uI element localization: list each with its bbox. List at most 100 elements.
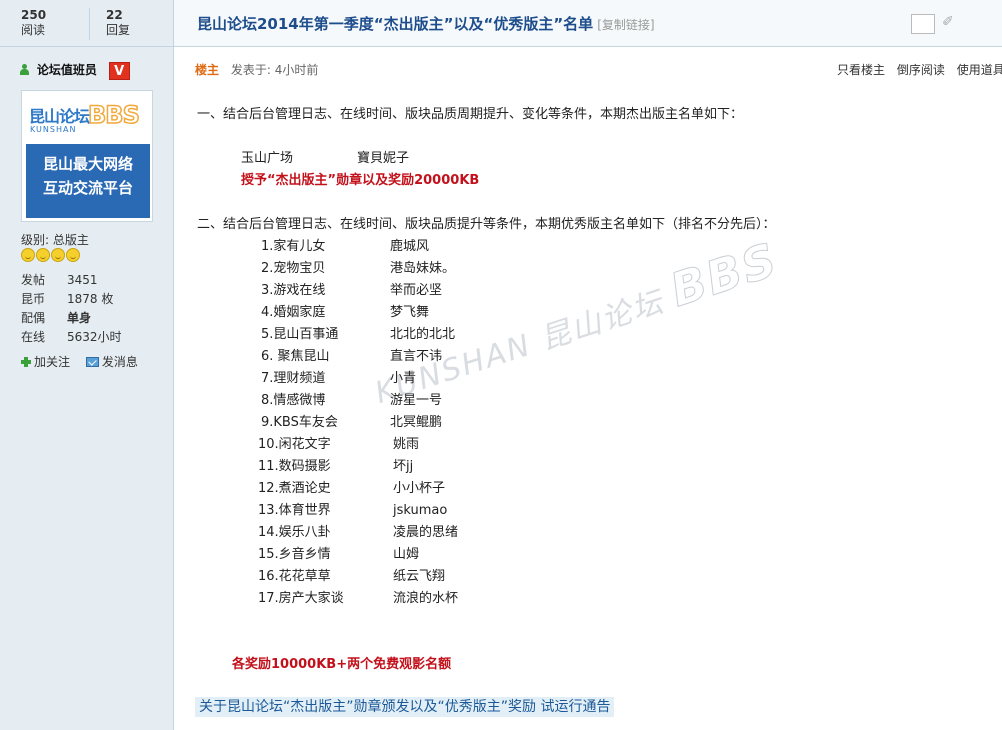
list-item: 3.游戏在线 举而必坚 (261, 279, 442, 298)
only-author-link[interactable]: 只看楼主 (837, 63, 885, 77)
avatar[interactable]: 昆山论坛 KUNSHAN BBS 昆山最大网络 互动交流平台 (21, 90, 153, 222)
list-item-name: 梦飞舞 (390, 305, 430, 320)
list-item-name: 北冥鲲鹏 (390, 415, 443, 430)
list-item-board: 14.娱乐八卦 (258, 525, 331, 540)
list-item-name: 小青 (390, 371, 417, 386)
list-item-board: 2.宠物宝贝 (261, 261, 326, 276)
list-item-name: 纸云飞翔 (393, 569, 446, 584)
list-item-board: 7.理财频道 (261, 371, 326, 386)
profile-row-coins: 昆币 1878 枚 (21, 292, 114, 306)
list-item: 5.昆山百事通 北北的北北 (261, 323, 455, 342)
smiley-icon (51, 248, 65, 262)
list-item: 10.闲花文字 姚雨 (258, 433, 419, 452)
list-item-name: 小小杯子 (393, 481, 446, 496)
smiley-icon (36, 248, 50, 262)
avatar-slogan-2: 互动交流平台 (42, 179, 133, 197)
plus-icon (21, 357, 31, 367)
profile-row-spouse: 配偶 单身 (21, 311, 92, 325)
thread-stats: 250 阅读 22 回复 (0, 0, 173, 47)
profile-row-online: 在线 5632小时 (21, 330, 122, 344)
outstanding-name: 寶貝妮子 (357, 151, 410, 166)
reads-stat: 250 阅读 (21, 8, 46, 38)
outstanding-row: 玉山广场 寶貝妮子 (241, 147, 409, 166)
list-item-board: 12.煮酒论史 (258, 481, 331, 496)
list-item-board: 5.昆山百事通 (261, 327, 339, 342)
post-header: 楼主 发表于: 4小时前 (195, 61, 318, 78)
author-actions: 加关注 发消息 (21, 353, 150, 370)
award-2: 各奖励10000KB+两个免费观影名额 (232, 657, 452, 672)
send-message-button[interactable]: 发消息 (85, 355, 138, 369)
list-item-name: 北北的北北 (390, 327, 456, 342)
list-item-name: 鹿城风 (390, 239, 430, 254)
award-1: 授予“杰出版主”勋章以及奖励20000KB (241, 173, 480, 188)
list-item: 9.KBS车友会 北冥鲲鹏 (261, 411, 442, 430)
list-item-name: 港岛妹妹。 (390, 261, 456, 276)
author-name[interactable]: 论坛值班员 (37, 63, 97, 77)
list-item-name: 游星一号 (390, 393, 443, 408)
floor-label: 楼主 (195, 63, 220, 77)
rank-smileys (21, 248, 81, 265)
list-item: 2.宠物宝贝 港岛妹妹。 (261, 257, 455, 276)
online-user-icon (20, 64, 29, 75)
posted-time: 发表于: 4小时前 (230, 63, 319, 77)
post-tools: 只看楼主 倒序阅读 使用道具 (837, 61, 1002, 78)
list-item-board: 3.游戏在线 (261, 283, 326, 298)
outstanding-board: 玉山广场 (241, 151, 294, 166)
list-item-board: 10.闲花文字 (258, 437, 331, 452)
author-profile: 发帖 3451 昆币 1878 枚 配偶 单身 在线 5632小时 (21, 271, 122, 347)
list-item: 11.数码摄影 坏jj (258, 455, 413, 474)
list-item-name: jskumao (393, 503, 448, 518)
list-item-board: 11.数码摄影 (258, 459, 331, 474)
reads-count: 250 (21, 8, 47, 22)
replies-count: 22 (106, 8, 123, 22)
avatar-logo-en: KUNSHAN (30, 125, 77, 134)
list-item-name: 举而必坚 (390, 283, 443, 298)
verified-badge-icon[interactable]: V (108, 61, 130, 80)
post-main: 昆山论坛2014年第一季度“杰出版主”以及“优秀版主”名单 [复制链接] ✐ 楼主… (174, 0, 1002, 730)
reads-label: 阅读 (21, 23, 46, 37)
list-item: 6. 聚焦昆山 直言不讳 (261, 345, 442, 364)
stats-divider (89, 8, 90, 40)
post-body: 楼主 发表于: 4小时前 只看楼主 倒序阅读 使用道具 KUNSHAN 昆山论坛… (174, 0, 1002, 730)
avatar-logo-bbs: BBS (87, 100, 140, 130)
list-item-board: 6. 聚焦昆山 (261, 349, 330, 364)
list-item-name: 坏jj (393, 459, 414, 474)
list-item-name: 直言不讳 (390, 349, 443, 364)
list-item: 8.情感微博 游星一号 (261, 389, 442, 408)
author-name-row: 论坛值班员 V (20, 61, 130, 80)
list-item: 17.房产大家谈 流浪的水杯 (258, 587, 458, 606)
replies-label: 回复 (106, 23, 131, 37)
list-item-board: 4.婚姻家庭 (261, 305, 326, 320)
list-item: 1.家有儿女 鹿城风 (261, 235, 429, 254)
list-item: 13.体育世界 jskumao (258, 499, 447, 518)
list-item: 15.乡音乡情 山姆 (258, 543, 419, 562)
paragraph-1: 一、结合后台管理日志、在线时间、版块品质周期提升、变化等条件，本期杰出版主名单如… (197, 107, 744, 122)
list-item-board: 1.家有儿女 (261, 239, 326, 254)
avatar-logo-text: 昆山论坛 (29, 107, 90, 126)
list-item-board: 16.花花草草 (258, 569, 331, 584)
list-item-board: 15.乡音乡情 (258, 547, 331, 562)
follow-button[interactable]: 加关注 (21, 355, 70, 369)
paragraph-2: 二、结合后台管理日志、在线时间、版块品质提升等条件，本期优秀版主名单如下（排名不… (197, 217, 776, 232)
list-item: 7.理财频道 小青 (261, 367, 416, 386)
avatar-slogan-1: 昆山最大网络 (42, 155, 133, 173)
list-item: 16.花花草草 纸云飞翔 (258, 565, 445, 584)
smiley-icon (21, 248, 35, 262)
list-item-name: 山姆 (393, 547, 420, 562)
list-item-name: 姚雨 (393, 437, 420, 452)
author-level: 级别: 总版主 (21, 233, 89, 247)
notice-link[interactable]: 关于昆山论坛“杰出版主”勋章颁发以及“优秀版主”奖励 试运行通告 (195, 697, 615, 717)
list-item-name: 流浪的水杯 (393, 591, 459, 606)
list-item-board: 9.KBS车友会 (261, 415, 338, 430)
replies-stat: 22 回复 (106, 8, 130, 38)
list-item-board: 17.房产大家谈 (258, 591, 344, 606)
smiley-icon (66, 248, 80, 262)
reverse-order-link[interactable]: 倒序阅读 (897, 63, 945, 77)
list-item-board: 13.体育世界 (258, 503, 331, 518)
message-icon (85, 357, 99, 367)
list-item: 4.婚姻家庭 梦飞舞 (261, 301, 429, 320)
list-item: 14.娱乐八卦 凌晨的思绪 (258, 521, 458, 540)
list-item-name: 凌晨的思绪 (393, 525, 459, 540)
list-item: 12.煮酒论史 小小杯子 (258, 477, 445, 496)
use-item-link[interactable]: 使用道具 (957, 63, 1002, 77)
